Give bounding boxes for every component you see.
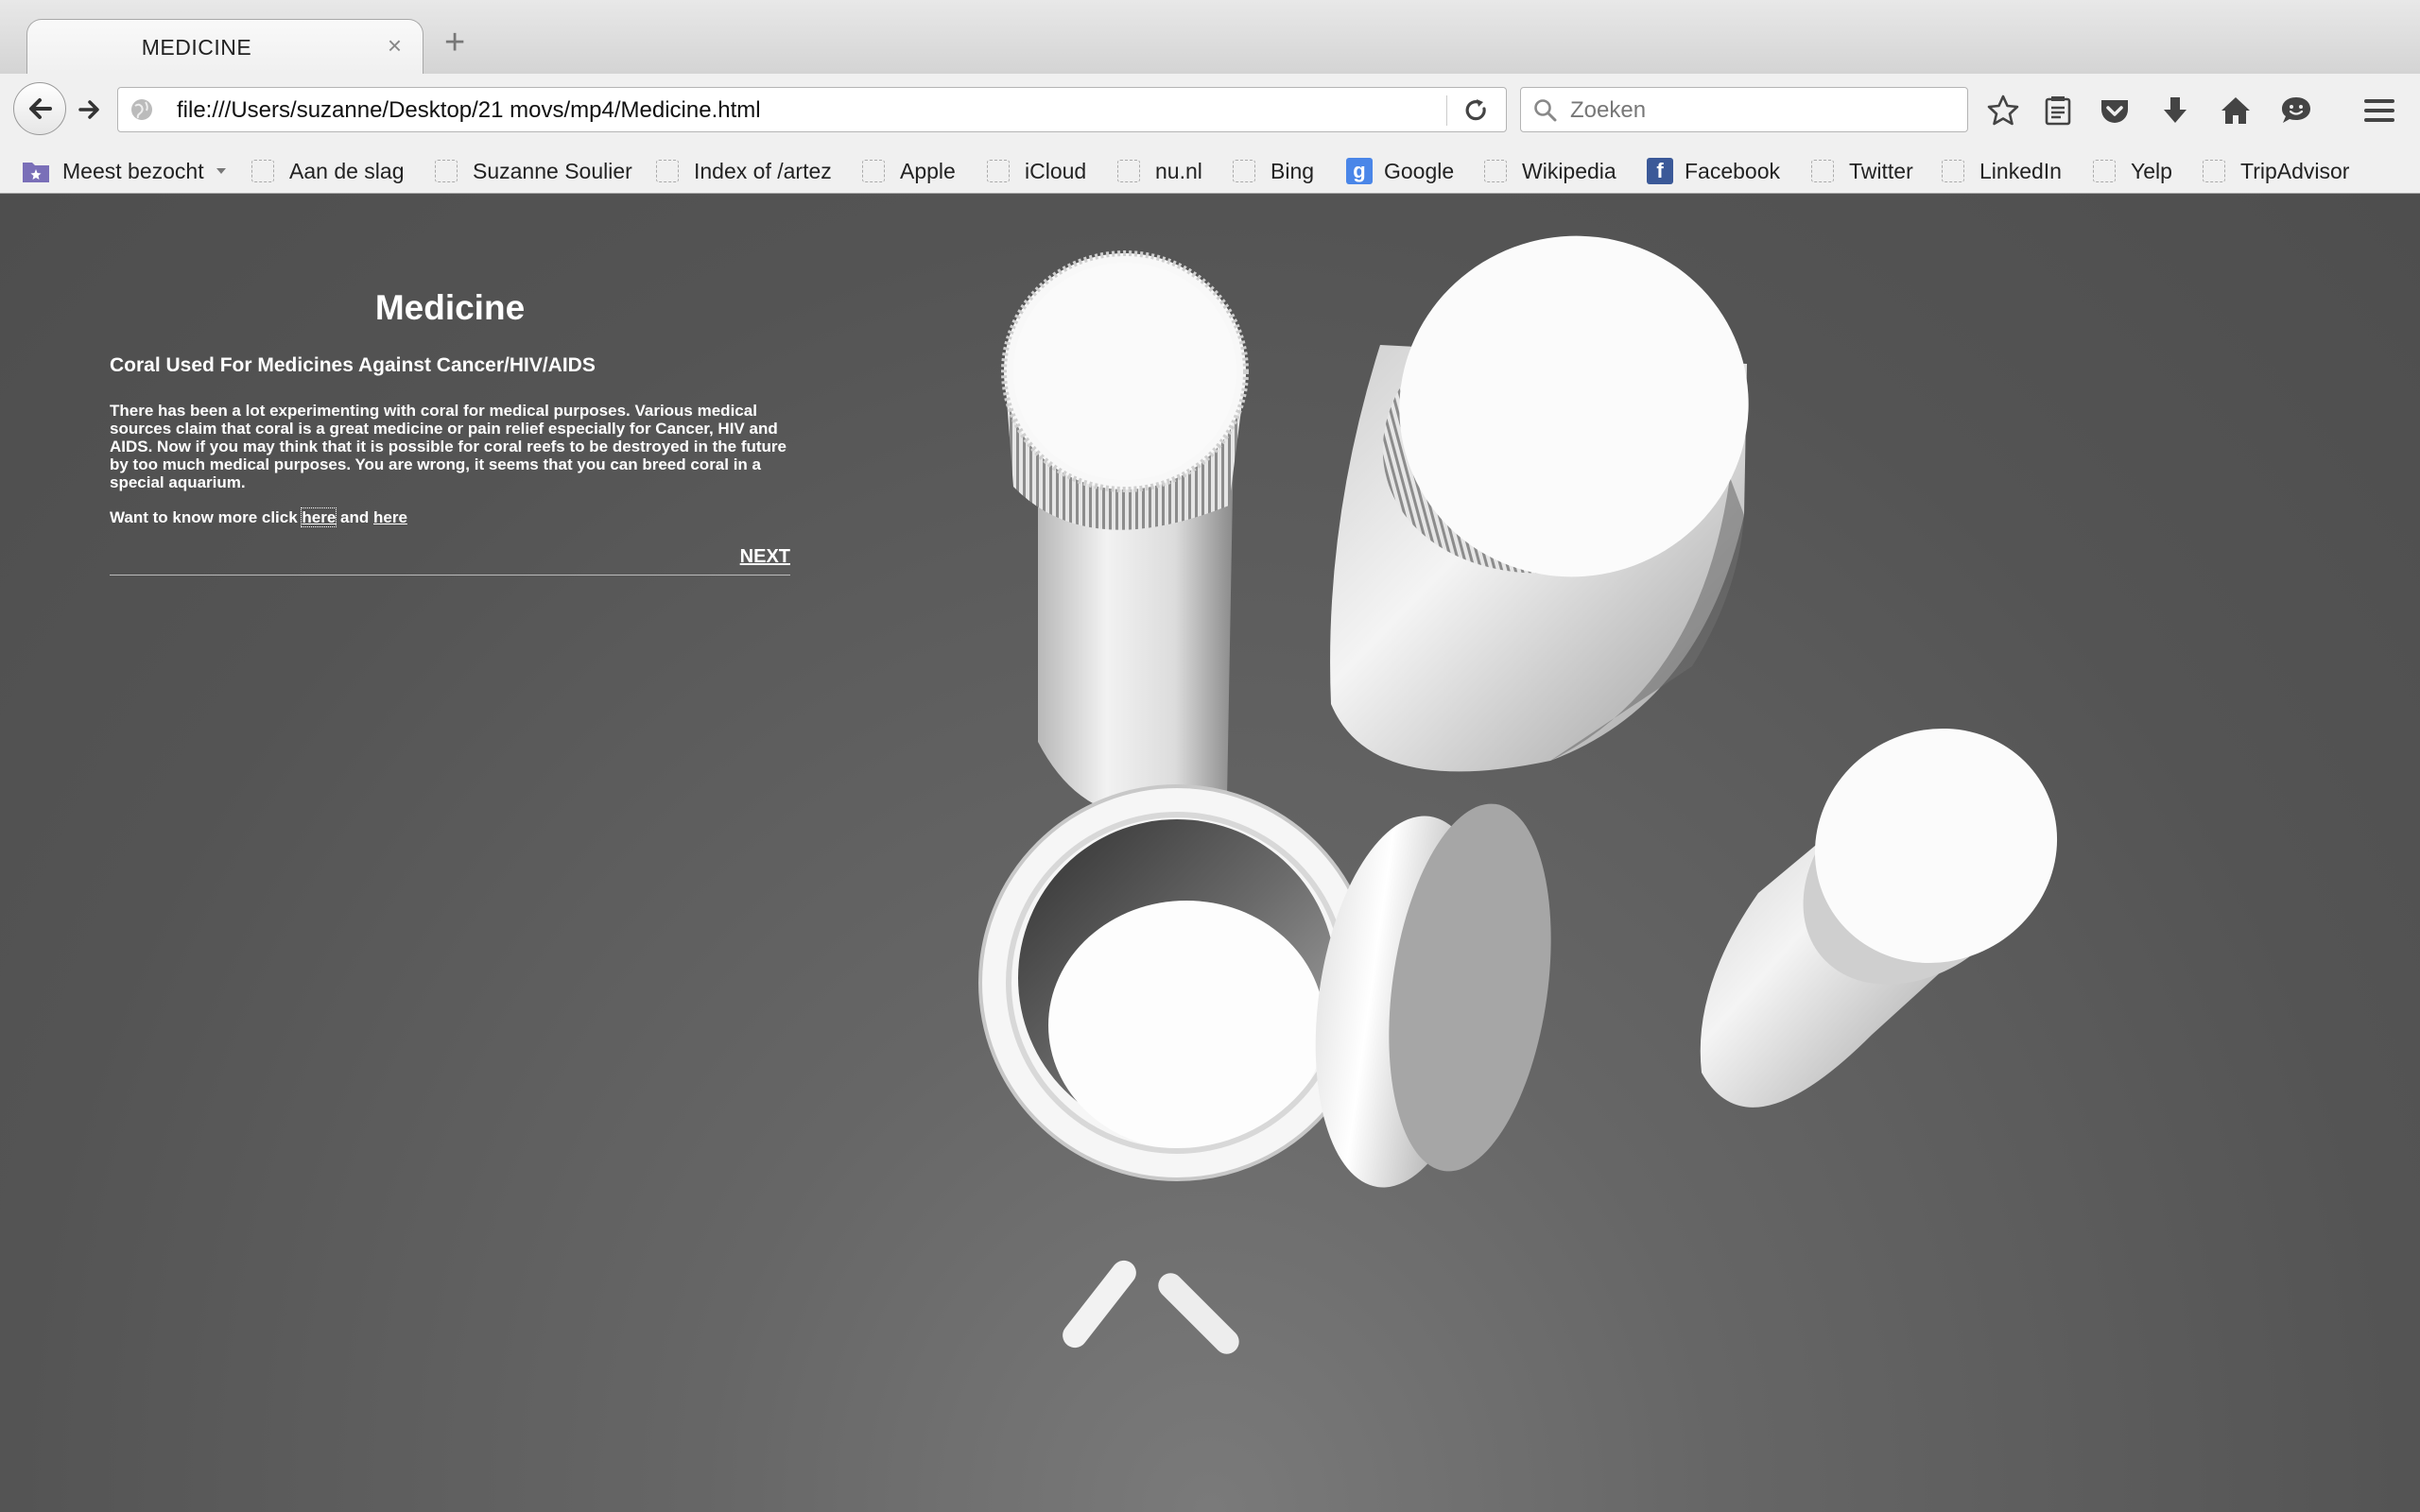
subtitle: Coral Used For Medicines Against Cancer/… — [110, 354, 596, 376]
bookmark-label: nu.nl — [1155, 158, 1202, 183]
body-text: There has been a lot experimenting with … — [110, 402, 787, 491]
browser-tab[interactable]: MEDICINE × — [26, 19, 424, 74]
next-row: NEXT — [110, 546, 790, 576]
forward-arrow-icon — [78, 100, 99, 119]
bookmark-label: Suzanne Soulier — [473, 158, 632, 183]
page-icon — [987, 160, 1010, 182]
page-icon — [1117, 160, 1140, 182]
bookmark-label: Twitter — [1849, 158, 1913, 183]
menu-icon[interactable] — [2361, 93, 2397, 129]
pocket-icon[interactable] — [2097, 93, 2133, 129]
close-tab-icon[interactable]: × — [388, 31, 402, 60]
more-info-line: Want to know more click here and here — [110, 507, 790, 527]
link-here-2[interactable]: here — [373, 508, 407, 526]
bookmark-label: Apple — [900, 158, 956, 183]
new-tab-button[interactable]: + — [444, 25, 465, 60]
bookmark-label: Facebook — [1685, 158, 1781, 183]
bookmark-yelp[interactable]: Yelp — [2093, 155, 2172, 187]
bookmark-twitter[interactable]: Twitter — [1811, 155, 1913, 187]
more-prefix: Want to know more click — [110, 508, 302, 526]
bookmark-meest-bezocht[interactable]: Meest bezocht — [21, 155, 229, 187]
page-title: Medicine — [374, 288, 526, 327]
bookmark-nu-nl[interactable]: nu.nl — [1117, 155, 1202, 187]
navigation-bar: file:///Users/suzanne/Desktop/21 movs/mp… — [0, 74, 2420, 147]
globe-icon — [131, 99, 152, 120]
pills — [1063, 1260, 1239, 1354]
search-bar[interactable]: Zoeken — [1520, 87, 1968, 132]
info-panel: Medicine Coral Used For Medicines Agains… — [110, 288, 790, 576]
bookmark-label: Yelp — [2131, 158, 2172, 183]
download-icon[interactable] — [2157, 93, 2193, 129]
tab-strip: MEDICINE × + — [0, 0, 2420, 75]
bookmark-label: Google — [1384, 158, 1455, 183]
bookmark-label: LinkedIn — [1979, 158, 2062, 183]
home-icon[interactable] — [2218, 93, 2254, 129]
bookmark-icloud[interactable]: iCloud — [987, 155, 1086, 187]
search-icon — [1534, 99, 1557, 122]
bookmark-star-icon[interactable] — [1985, 93, 2021, 129]
bookmark-tripadvisor[interactable]: TripAdvisor — [2203, 155, 2349, 187]
bookmark-label: Wikipedia — [1522, 158, 1616, 183]
search-placeholder: Zoeken — [1570, 97, 1647, 123]
bookmark-aan-de-slag[interactable]: Aan de slag — [251, 155, 404, 187]
url-separator — [1446, 95, 1447, 126]
page-icon — [2093, 160, 2116, 182]
bookmark-label: Bing — [1270, 158, 1315, 183]
back-arrow-icon — [29, 98, 52, 119]
reload-icon[interactable] — [1462, 96, 1491, 125]
chevron-down-icon — [216, 168, 226, 174]
bookmark-facebook[interactable]: f Facebook — [1647, 155, 1780, 187]
bookmark-linkedin[interactable]: LinkedIn — [1942, 155, 2062, 187]
bookmarks-list-icon[interactable] — [2040, 93, 2076, 129]
page-icon — [2203, 160, 2225, 182]
forward-button[interactable] — [70, 91, 110, 129]
page-icon — [656, 160, 679, 182]
bookmarks-toolbar: Meest bezocht Aan de slag Suzanne Soulie… — [0, 147, 2420, 194]
folder-icon — [23, 163, 49, 182]
bookmark-google[interactable]: g Google — [1346, 155, 1454, 187]
bookmark-bing[interactable]: Bing — [1233, 155, 1314, 187]
page-icon — [1811, 160, 1834, 182]
hello-chat-icon[interactable] — [2278, 93, 2314, 129]
small-ribbed-bottle — [1001, 250, 1249, 817]
google-icon: g — [1346, 158, 1373, 184]
page-icon — [435, 160, 458, 182]
open-jar — [978, 784, 1375, 1181]
link-here-1[interactable]: here — [301, 507, 337, 527]
bookmark-label: Index of /artez — [694, 158, 832, 183]
jar-lid — [1315, 803, 1551, 1188]
bookmark-suzanne-soulier[interactable]: Suzanne Soulier — [435, 155, 632, 187]
url-bar[interactable]: file:///Users/suzanne/Desktop/21 movs/mp… — [117, 87, 1507, 132]
url-text[interactable]: file:///Users/suzanne/Desktop/21 movs/mp… — [177, 97, 761, 124]
page-icon — [251, 160, 274, 182]
page-content: Medicine Coral Used For Medicines Agains… — [0, 194, 2420, 1512]
page-icon — [1233, 160, 1255, 182]
bookmark-wikipedia[interactable]: Wikipedia — [1484, 155, 1616, 187]
next-link[interactable]: NEXT — [740, 546, 790, 568]
large-bottle — [1330, 235, 1749, 772]
tab-title: MEDICINE — [141, 35, 252, 60]
bookmark-label: iCloud — [1025, 158, 1087, 183]
more-middle: and — [336, 508, 373, 526]
bookmark-apple[interactable]: Apple — [862, 155, 956, 187]
page-icon — [1942, 160, 1964, 182]
bookmark-label: TripAdvisor — [2240, 158, 2350, 183]
facebook-icon: f — [1647, 158, 1673, 184]
page-icon — [1484, 160, 1507, 182]
back-button[interactable] — [13, 82, 66, 135]
bookmark-label: Aan de slag — [289, 158, 405, 183]
page-icon — [862, 160, 885, 182]
bookmark-index-of-artez[interactable]: Index of /artez — [656, 155, 832, 187]
right-small-bottle — [1700, 728, 2058, 1108]
bookmark-label: Meest bezocht — [62, 158, 204, 183]
